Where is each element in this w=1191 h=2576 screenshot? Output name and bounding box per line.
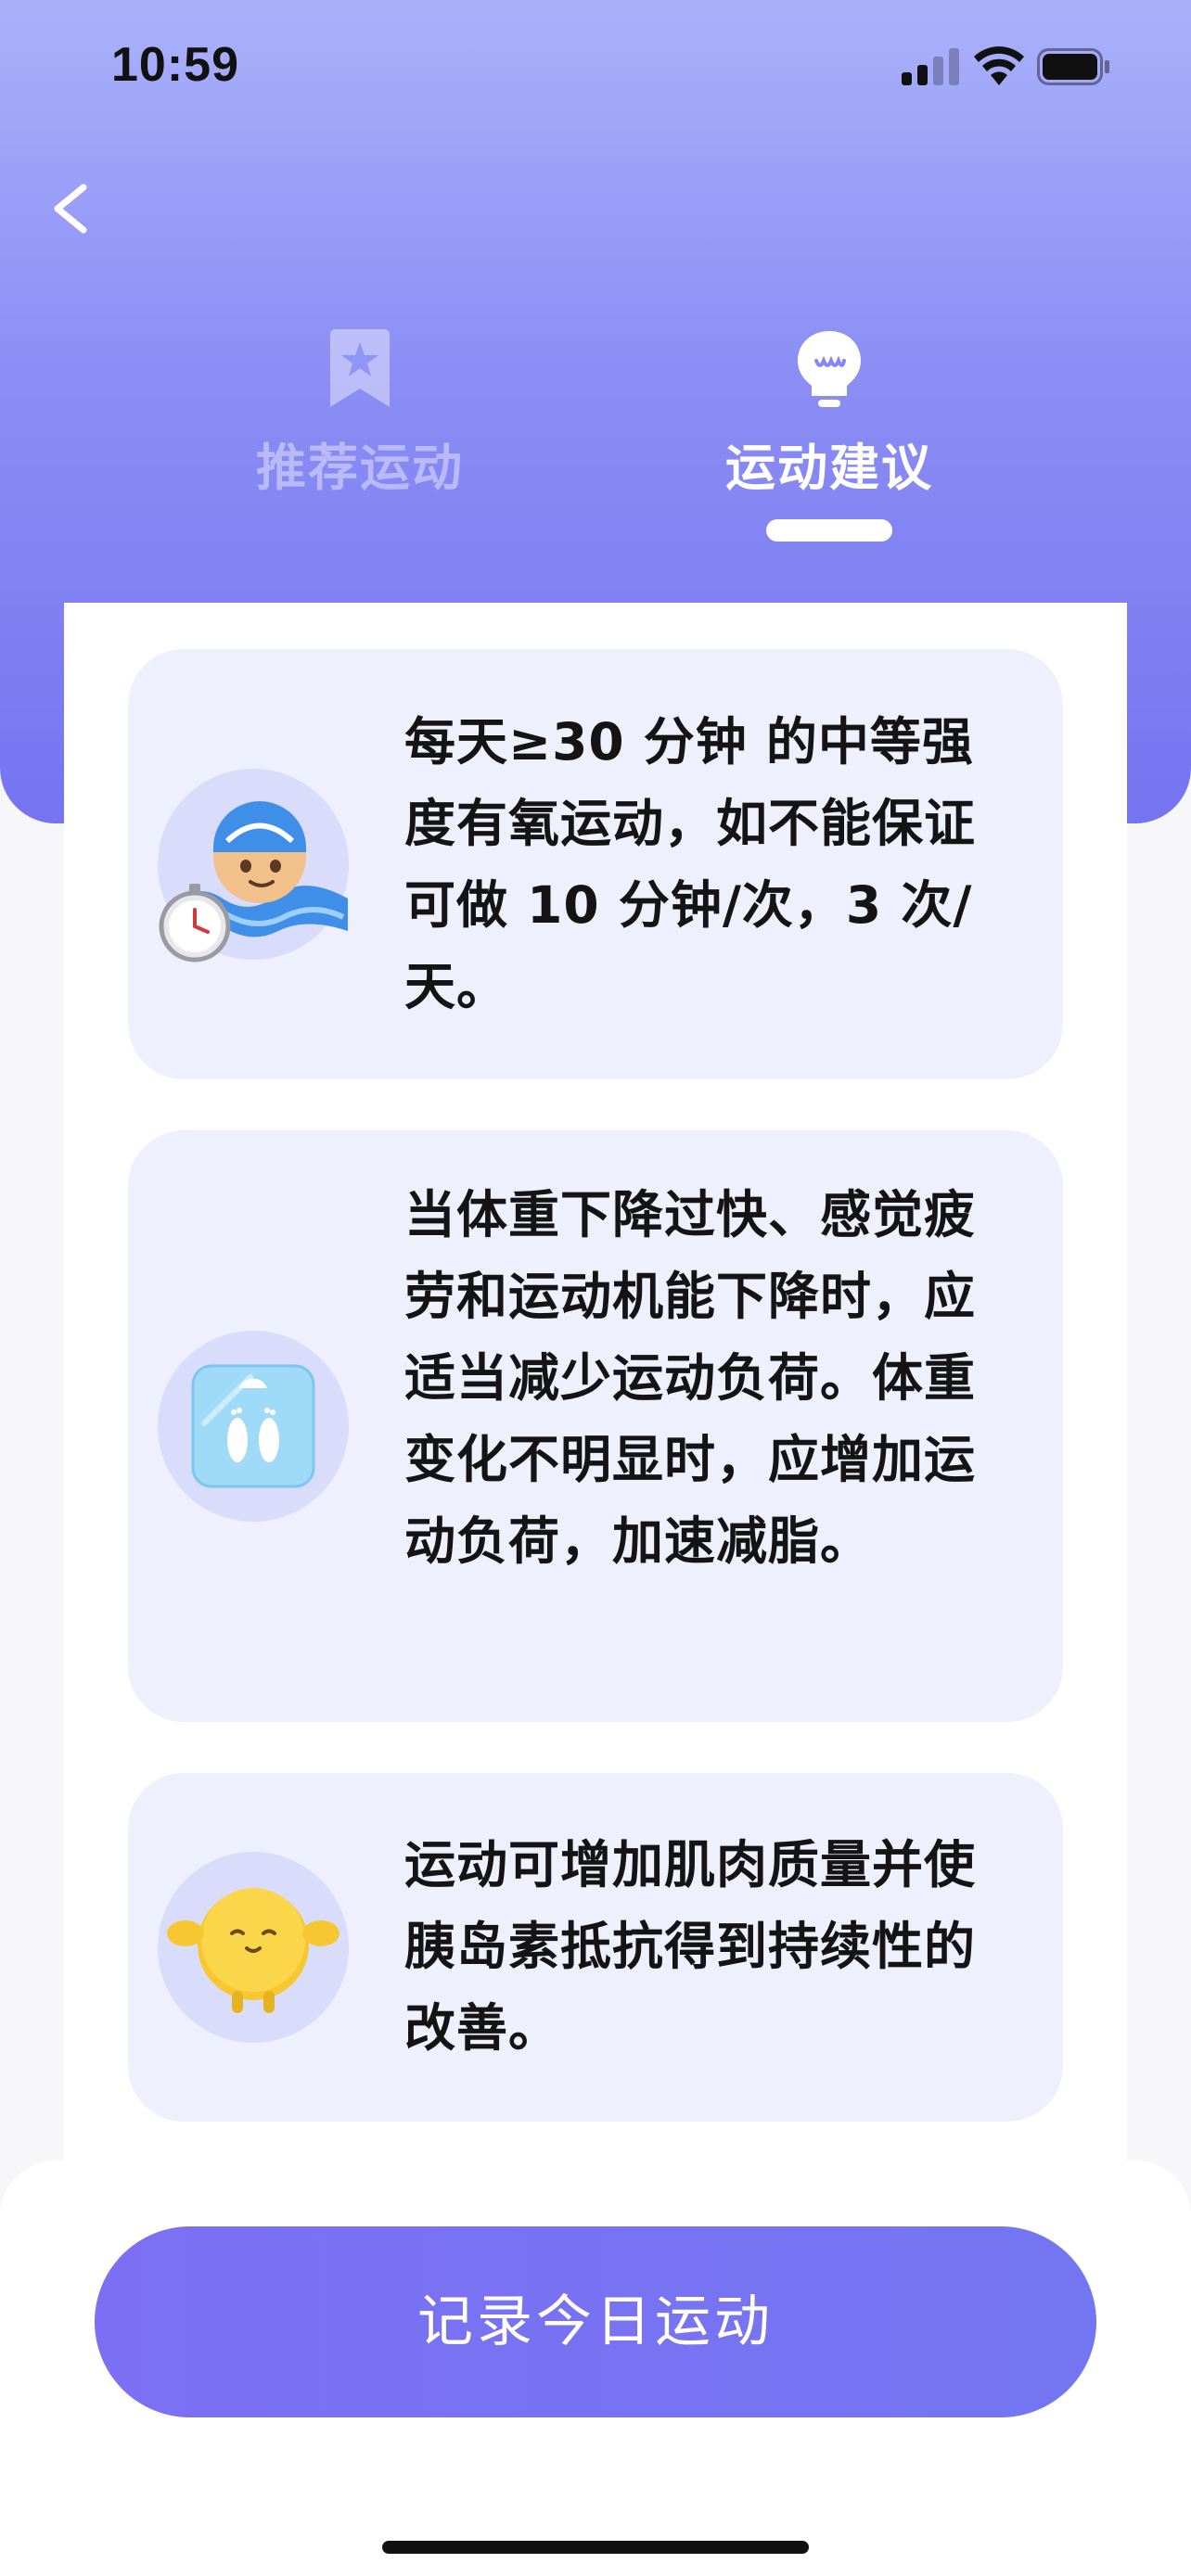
tab-recommended-exercise[interactable]: 推荐运动 [211, 329, 508, 542]
home-indicator [382, 2541, 809, 2554]
weight-scale-icon [158, 1331, 349, 1522]
back-chevron-icon[interactable] [37, 167, 111, 250]
advice-card: 当体重下降过快、感觉疲劳和运动机能下降时，应适当减少运动负荷。体重变化不明显时，… [128, 1130, 1063, 1722]
advice-card: 运动可增加肌肉质量并使胰岛素抵抗得到持续性的改善。 [128, 1773, 1063, 2122]
cellular-signal-icon [902, 48, 959, 85]
bookmark-star-icon [330, 329, 390, 407]
tab-exercise-advice[interactable]: 运动建议 [681, 329, 978, 542]
record-today-exercise-button[interactable]: 记录今日运动 [95, 2226, 1096, 2417]
advice-text: 运动可增加肌肉质量并使胰岛素抵抗得到持续性的改善。 [404, 1835, 977, 2058]
swimmer-stopwatch-icon [158, 769, 349, 963]
wifi-icon [974, 46, 1024, 85]
advice-text: 每天≥30 分钟 的中等强度有氧运动，如不能保证可做 10 分钟/次，3 次/天… [404, 712, 977, 1016]
advice-text: 当体重下降过快、感觉疲劳和运动机能下降时，应适当减少运动负荷。体重变化不明显时，… [404, 1185, 977, 1571]
advice-card: 每天≥30 分钟 的中等强度有氧运动，如不能保证可做 10 分钟/次，3 次/天… [128, 649, 1063, 1079]
battery-icon [1037, 48, 1109, 85]
tab-label-recommended: 推荐运动 [256, 439, 464, 497]
tab-label-advice: 运动建议 [725, 439, 933, 497]
status-bar: 10:59 [0, 0, 1191, 139]
muscle-character-icon [158, 1852, 349, 2043]
status-time: 10:59 [111, 38, 239, 92]
lightbulb-icon [798, 331, 861, 407]
active-tab-indicator [766, 519, 892, 542]
